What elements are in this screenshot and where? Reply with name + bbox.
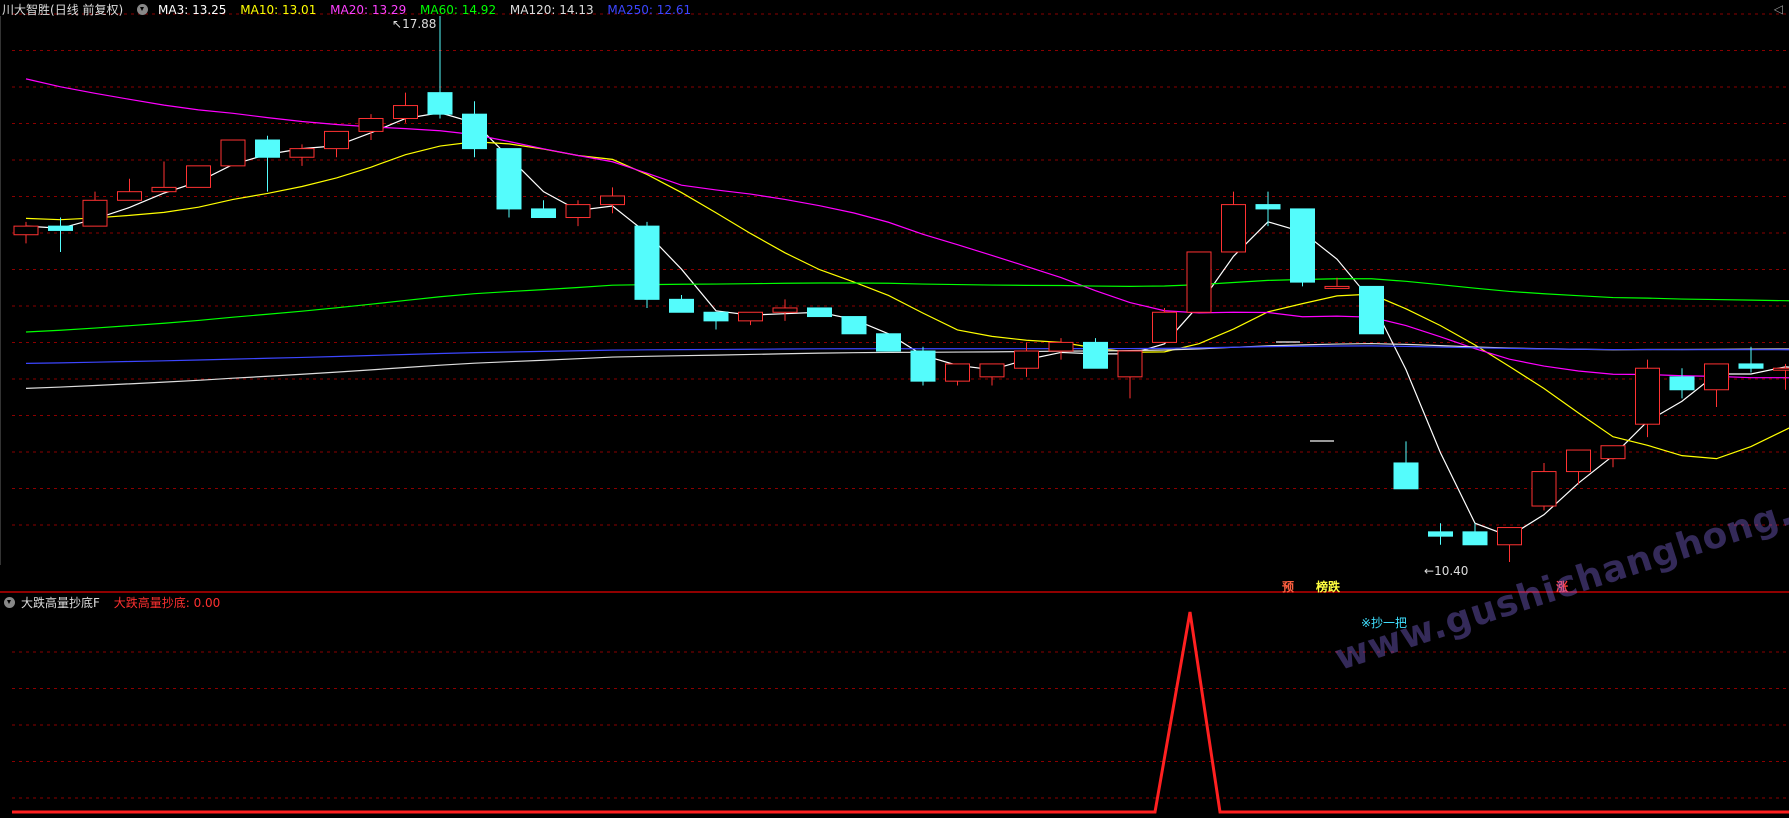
candle-body	[1600, 445, 1626, 460]
signal-bangdie: 榜跌	[1316, 580, 1341, 594]
candle-body	[634, 225, 660, 300]
ma120-label: MA120: 14.13	[509, 3, 594, 17]
candle-body	[289, 148, 315, 158]
candle-body	[496, 148, 522, 210]
ma250-line	[25, 345, 1789, 364]
candle-body	[13, 225, 39, 236]
candle-body	[1152, 311, 1177, 343]
candle-body	[738, 311, 763, 322]
candle-body	[1428, 531, 1453, 537]
candle-body	[1669, 376, 1695, 391]
candle-body	[82, 199, 108, 227]
candle-body	[186, 165, 211, 188]
candle-body	[1324, 285, 1350, 289]
settings-dropdown-icon[interactable]	[137, 4, 149, 15]
candle-body	[531, 208, 556, 219]
candle-body	[1531, 471, 1557, 507]
candlesticks	[13, 16, 1789, 562]
candle-body	[220, 139, 246, 167]
candle-body	[1117, 350, 1143, 378]
candle-body	[151, 186, 177, 193]
candle-body	[1635, 367, 1660, 425]
signal-yu: 预	[1282, 580, 1295, 594]
candle-body	[1359, 285, 1384, 335]
candle-body	[1014, 350, 1039, 369]
candle-body	[669, 298, 694, 313]
indicator-panel-graph	[12, 611, 1789, 814]
candle-body	[462, 113, 487, 150]
candle-body	[427, 92, 453, 115]
candle-body	[324, 130, 349, 150]
indicator-value: 大跌高量抄底: 0.00	[113, 596, 221, 610]
stock-chart-app: 川大智胜(日线 前复权) MA3: 13.25 MA10: 13.01 MA20…	[0, 0, 1789, 818]
ma3-label: MA3: 13.25	[158, 3, 227, 17]
candle-body	[876, 333, 901, 352]
candle-body	[1290, 208, 1315, 283]
candle-body	[807, 307, 832, 318]
candle-body	[1186, 251, 1212, 313]
annotations	[1276, 341, 1334, 442]
candle-body	[1738, 363, 1764, 369]
collapse-button[interactable]: ◁	[1774, 2, 1783, 16]
grid-lines	[0, 13, 1789, 799]
candle-body	[1497, 527, 1522, 546]
candle-body	[979, 363, 1005, 378]
candle-body	[841, 316, 867, 335]
ma10-label: MA10: 13.01	[240, 3, 317, 17]
candle-body	[358, 117, 384, 132]
candle-body	[1704, 363, 1729, 391]
candle-body	[393, 105, 418, 119]
ma10-line	[25, 141, 1789, 460]
indicator-dropdown-icon[interactable]	[4, 597, 15, 608]
ma3-line	[25, 112, 1789, 537]
ma20-label: MA20: 13.29	[330, 3, 407, 17]
moving-average-lines	[25, 78, 1789, 537]
candle-body	[1462, 531, 1488, 546]
candle-body	[255, 139, 280, 158]
candle-body	[600, 195, 625, 206]
main-panel-header: 川大智胜(日线 前复权) MA3: 13.25 MA10: 13.01 MA20…	[2, 1, 701, 17]
candle-body	[945, 363, 970, 382]
candle-body	[1255, 204, 1281, 210]
candle-body	[1083, 341, 1108, 369]
indicator-panel-header: 大跌高量抄底F 大跌高量抄底: 0.00	[2, 594, 230, 610]
candle-body	[1393, 462, 1419, 490]
candle-body	[772, 307, 798, 313]
candle-body	[1773, 367, 1789, 371]
candle-body	[117, 191, 142, 201]
indicator-name: 大跌高量抄底F	[21, 596, 100, 610]
candle-body	[1221, 204, 1246, 253]
high-price-label: ↖17.88	[392, 17, 437, 31]
chart-canvas[interactable]	[0, 0, 1789, 818]
candle-body	[703, 311, 729, 322]
stock-title: 川大智胜(日线 前复权)	[2, 3, 124, 17]
candle-body	[565, 204, 591, 219]
candle-body	[1048, 341, 1074, 352]
ma120-line	[25, 342, 1789, 389]
candle-body	[48, 225, 73, 231]
low-price-label: ←10.40	[1424, 564, 1469, 578]
ma250-label: MA250: 12.61	[607, 3, 692, 17]
ma60-label: MA60: 14.92	[420, 3, 497, 17]
indicator-line	[12, 611, 1789, 814]
candle-body	[1566, 449, 1591, 473]
candle-body	[910, 350, 936, 382]
